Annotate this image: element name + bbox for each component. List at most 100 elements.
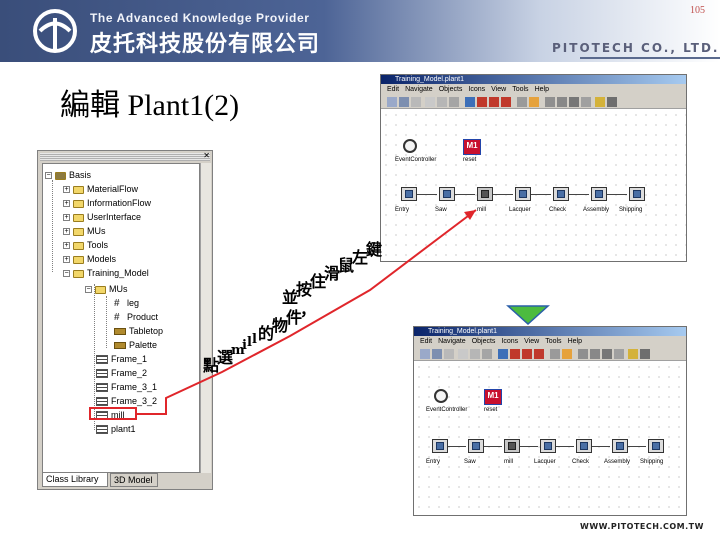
tree-item-userinterface[interactable]: + UserInterface xyxy=(63,211,141,224)
tree-item-tabletop[interactable]: Tabletop xyxy=(114,325,163,338)
tools-icon[interactable] xyxy=(614,349,624,359)
align-icon[interactable] xyxy=(590,349,600,359)
menu-help[interactable]: Help xyxy=(568,336,582,347)
tools-icon[interactable] xyxy=(581,97,591,107)
tab-class-library[interactable]: Class Library xyxy=(42,473,108,487)
flow-node-check[interactable] xyxy=(576,439,592,453)
cut-icon[interactable] xyxy=(425,97,435,107)
model-canvas[interactable] xyxy=(381,110,686,261)
reset-method-icon[interactable]: M1 xyxy=(463,139,481,155)
link-icon[interactable] xyxy=(569,97,579,107)
menu-view[interactable]: View xyxy=(491,84,506,95)
flow-node-assembly[interactable] xyxy=(612,439,628,453)
event-controller-icon[interactable] xyxy=(403,139,417,153)
copy-icon[interactable] xyxy=(437,97,447,107)
reset-icon[interactable] xyxy=(501,97,511,107)
expand-icon[interactable]: + xyxy=(63,200,70,207)
menu-tools[interactable]: Tools xyxy=(512,84,528,95)
flow-node-assembly[interactable] xyxy=(591,187,607,201)
flow-node-entry[interactable] xyxy=(401,187,417,201)
open-icon[interactable] xyxy=(387,97,397,107)
panel-titlebar[interactable] xyxy=(40,153,210,161)
tree-item-frame-3-1[interactable]: Frame_3_1 xyxy=(96,381,157,394)
flow-node-saw[interactable] xyxy=(468,439,484,453)
expand-icon[interactable]: + xyxy=(63,228,70,235)
menu-edit[interactable]: Edit xyxy=(387,84,399,95)
copy-icon[interactable] xyxy=(470,349,480,359)
menu-view[interactable]: View xyxy=(524,336,539,347)
expand-icon[interactable]: + xyxy=(63,242,70,249)
tree-item-frame-1[interactable]: Frame_1 xyxy=(96,353,147,366)
tree-item-basis[interactable]: − Basis xyxy=(45,169,91,182)
tree-item-tools[interactable]: + Tools xyxy=(63,239,108,252)
open-icon[interactable] xyxy=(420,349,430,359)
menu-help[interactable]: Help xyxy=(535,84,549,95)
tree-item-training-model[interactable]: − Training_Model xyxy=(63,267,149,280)
tree-scrollbar[interactable] xyxy=(200,163,211,473)
zoom-icon[interactable] xyxy=(517,97,527,107)
help-icon[interactable] xyxy=(640,349,650,359)
paste-icon[interactable] xyxy=(482,349,492,359)
window-title[interactable]: Training_Model.plant1 xyxy=(414,327,686,336)
tree-item-materialflow[interactable]: + MaterialFlow xyxy=(63,183,138,196)
flow-node-mill[interactable] xyxy=(504,439,520,453)
save-icon[interactable] xyxy=(432,349,442,359)
tree-item-palette[interactable]: Palette xyxy=(114,339,157,352)
flow-node-mill[interactable] xyxy=(477,187,493,201)
reset-icon[interactable] xyxy=(534,349,544,359)
collapse-icon[interactable]: − xyxy=(63,270,70,277)
grid-icon[interactable] xyxy=(545,97,555,107)
collapse-icon[interactable]: − xyxy=(45,172,52,179)
expand-icon[interactable]: + xyxy=(63,214,70,221)
flow-node-lacquer[interactable] xyxy=(515,187,531,201)
menu-navigate[interactable]: Navigate xyxy=(438,336,466,347)
event-controller-icon[interactable] xyxy=(434,389,448,403)
flow-node-shipping[interactable] xyxy=(629,187,645,201)
align-icon[interactable] xyxy=(557,97,567,107)
flow-node-entry[interactable] xyxy=(432,439,448,453)
tree-item-informationflow[interactable]: + InformationFlow xyxy=(63,197,151,210)
menu-objects[interactable]: Objects xyxy=(439,84,463,95)
brush-icon[interactable] xyxy=(529,97,539,107)
run-mode-icon[interactable] xyxy=(595,97,605,107)
flow-node-lacquer[interactable] xyxy=(540,439,556,453)
expand-icon[interactable]: + xyxy=(63,186,70,193)
tab-3d-model[interactable]: 3D Model xyxy=(110,473,158,487)
tree-item-plant1[interactable]: plant1 xyxy=(96,423,136,436)
help-icon[interactable] xyxy=(607,97,617,107)
zoom-icon[interactable] xyxy=(550,349,560,359)
tree-item-mus[interactable]: + MUs xyxy=(63,225,106,238)
cut-icon[interactable] xyxy=(458,349,468,359)
close-icon[interactable]: ✕ xyxy=(203,152,210,160)
menu-icons[interactable]: Icons xyxy=(468,84,485,95)
step-icon[interactable] xyxy=(522,349,532,359)
run-icon[interactable] xyxy=(465,97,475,107)
menu-tools[interactable]: Tools xyxy=(545,336,561,347)
paste-icon[interactable] xyxy=(449,97,459,107)
flow-node-shipping[interactable] xyxy=(648,439,664,453)
reset-method-icon[interactable]: M1 xyxy=(484,389,502,405)
menu-objects[interactable]: Objects xyxy=(472,336,496,347)
grid-icon[interactable] xyxy=(578,349,588,359)
flow-node-check[interactable] xyxy=(553,187,569,201)
step-icon[interactable] xyxy=(489,97,499,107)
collapse-icon[interactable]: − xyxy=(85,286,92,293)
print-icon[interactable] xyxy=(411,97,421,107)
tree-item-mus-sub[interactable]: − MUs xyxy=(85,283,128,296)
menu-icons[interactable]: Icons xyxy=(501,336,518,347)
stop-icon[interactable] xyxy=(510,349,520,359)
run-icon[interactable] xyxy=(498,349,508,359)
expand-icon[interactable]: + xyxy=(63,256,70,263)
menu-edit[interactable]: Edit xyxy=(420,336,432,347)
window-title[interactable]: Training_Model.plant1 xyxy=(381,75,686,84)
run-mode-icon[interactable] xyxy=(628,349,638,359)
tree-item-models[interactable]: + Models xyxy=(63,253,116,266)
menu-navigate[interactable]: Navigate xyxy=(405,84,433,95)
tree-item-product[interactable]: # Product xyxy=(114,311,158,324)
save-icon[interactable] xyxy=(399,97,409,107)
stop-icon[interactable] xyxy=(477,97,487,107)
print-icon[interactable] xyxy=(444,349,454,359)
link-icon[interactable] xyxy=(602,349,612,359)
tree-item-frame-2[interactable]: Frame_2 xyxy=(96,367,147,380)
brush-icon[interactable] xyxy=(562,349,572,359)
